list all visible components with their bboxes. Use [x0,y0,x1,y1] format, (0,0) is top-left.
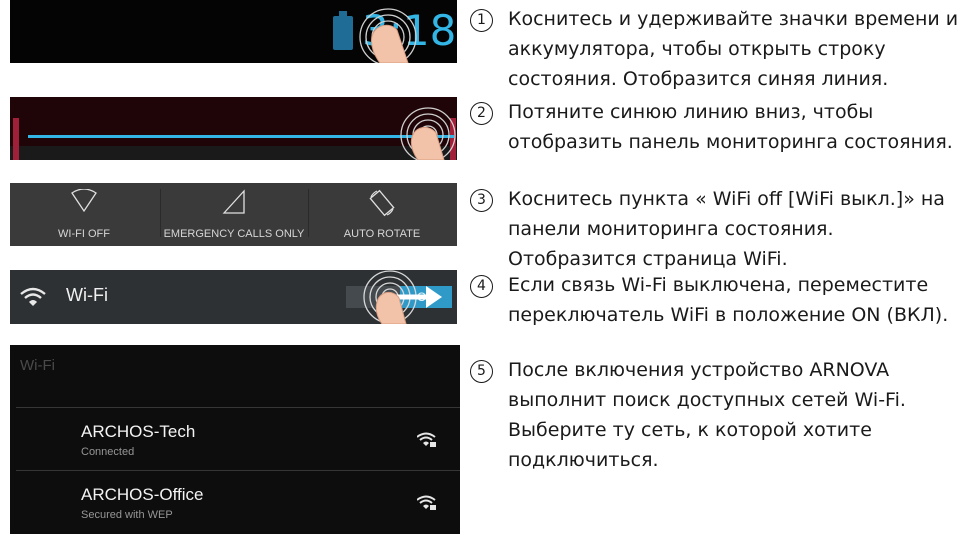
step-number: 4 [470,275,493,298]
wifi-icon [20,287,46,306]
wifi-empty-icon [71,189,97,213]
step-text: Потяните синюю линию вниз, чтобы отобраз… [508,101,953,153]
step-text: Если связь Wi-Fi выключена, переместите … [508,274,949,326]
wifi-list-screenshot: Wi-Fi ARCHOS-Tech Connected ARCHOS-Offic… [10,345,460,534]
step-number: 1 [470,9,493,32]
tile-wifi-off[interactable]: WI-FI OFF [10,183,158,246]
blue-line-screenshot [10,97,457,160]
quick-settings-screenshot: WI-FI OFF EMERGENCY CALLS ONLY AUTO ROTA… [10,183,457,246]
tile-emergency-calls[interactable]: EMERGENCY CALLS ONLY [160,183,308,246]
step-text: Коснитесь пункта « WiFi off [WiFi выкл.]… [508,188,945,270]
step-number: 2 [470,102,493,125]
step-text: После включения устройство ARNOVA выполн… [508,359,906,471]
wifi-lock-icon [417,495,436,510]
step-text: Коснитесь и удерживайте значки времени и… [508,8,959,90]
signal-empty-icon [222,189,245,214]
step-2: 2 Потяните синюю линию вниз, чтобы отобр… [470,97,960,157]
touch-gesture-icon [363,270,442,324]
step-5: 5 После включения устройство ARNOVA выпо… [470,355,960,475]
rotate-icon [369,189,395,217]
step-number: 5 [470,360,493,383]
network-status: Secured with WEP [81,509,173,521]
network-row-archos-office[interactable]: ARCHOS-Office Secured with WEP [10,471,460,533]
touch-gesture-icon [359,8,417,63]
panel-edge-left [13,118,19,160]
step-number: 3 [470,189,493,212]
tile-label: EMERGENCY CALLS ONLY [163,228,305,240]
tile-auto-rotate[interactable]: AUTO ROTATE [308,183,456,246]
network-row-archos-tech[interactable]: ARCHOS-Tech Connected [10,408,460,470]
wifi-label: Wi-Fi [66,285,108,305]
wifi-list-header: Wi-Fi [20,357,55,374]
status-bar-screenshot: 3:18 [10,0,457,63]
touch-gesture-icon [400,107,456,160]
network-name: ARCHOS-Tech [81,422,196,441]
wifi-toggle-screenshot: Wi-Fi ON [10,270,457,324]
tile-label: WI-FI OFF [58,228,110,240]
step-1: 1 Коснитесь и удерживайте значки времени… [470,4,960,94]
network-status: Connected [81,446,135,458]
step-3: 3 Коснитесь пункта « WiFi off [WiFi выкл… [470,184,960,274]
tile-label: AUTO ROTATE [343,228,421,240]
network-name: ARCHOS-Office [81,485,204,504]
wifi-lock-icon [417,432,436,447]
step-4: 4 Если связь Wi-Fi выключена, переместит… [470,270,960,330]
